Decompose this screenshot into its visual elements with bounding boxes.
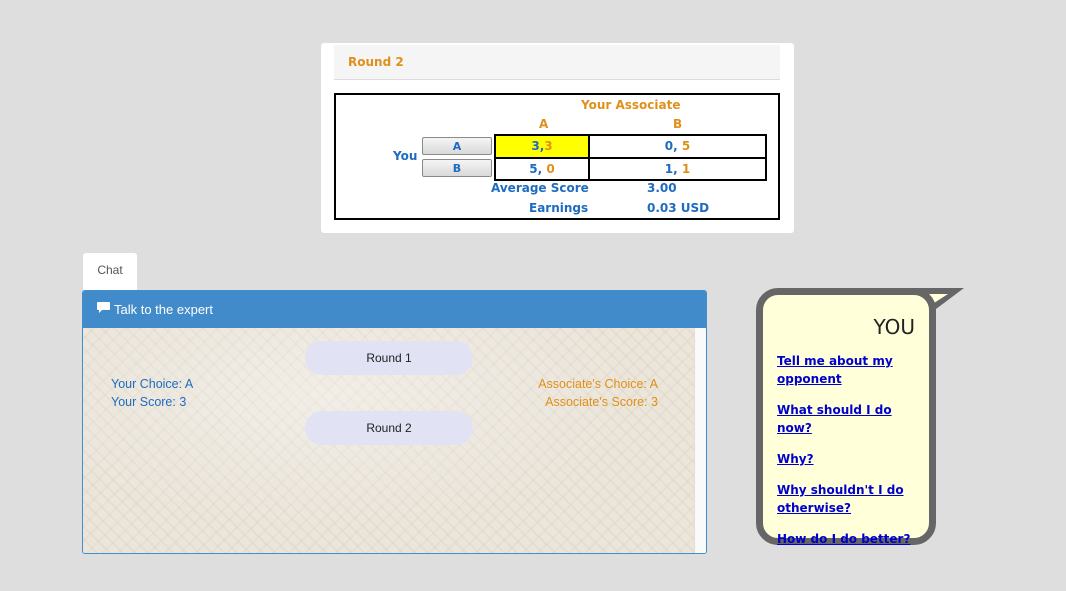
cell-b-a-associate: 0 bbox=[546, 162, 555, 176]
you-label: You bbox=[393, 149, 418, 163]
chat-scrollbar[interactable] bbox=[694, 328, 706, 553]
question-better-link[interactable]: How do I do better? bbox=[777, 530, 923, 548]
row-b-button[interactable]: B bbox=[422, 159, 492, 177]
associate-round-info: Associate's Choice: A Associate's Score:… bbox=[538, 375, 658, 411]
chat-header: Talk to the expert bbox=[83, 291, 706, 328]
cell-b-b: 1, 1 bbox=[664, 162, 691, 176]
question-what-now-link[interactable]: What should I do now? bbox=[777, 401, 923, 437]
average-score-value: 3.00 bbox=[647, 181, 677, 195]
chat-header-title: Talk to the expert bbox=[114, 302, 213, 317]
row-a-button[interactable]: A bbox=[422, 137, 492, 155]
column-a-label: A bbox=[539, 117, 549, 131]
cell-b-a-you: 5 bbox=[529, 162, 538, 176]
cell-a-a: 3,3 bbox=[496, 136, 590, 159]
your-choice-text: Your Choice: A bbox=[111, 377, 194, 391]
cell-a-b-associate: 5 bbox=[681, 139, 691, 153]
payoff-grid: 3,3 0, 5 5, 0 1, 1 bbox=[494, 134, 767, 181]
game-card: Round 2 Your Associate A B You A B 3,3 0… bbox=[321, 43, 794, 233]
average-score-label: Average Score bbox=[491, 181, 589, 195]
cell-a-b: 0, 5 bbox=[590, 136, 765, 159]
expert-bubble: YOU Tell me about my opponent What shoul… bbox=[756, 286, 966, 548]
round-2-pill: Round 2 bbox=[305, 411, 473, 445]
chat-messages: Round 1 Your Choice: A Your Score: 3 Ass… bbox=[83, 328, 695, 553]
comment-icon bbox=[97, 302, 110, 313]
question-opponent-link[interactable]: Tell me about my opponent bbox=[777, 352, 923, 388]
your-score-text: Your Score: 3 bbox=[111, 395, 187, 409]
earnings-value: 0.03 USD bbox=[647, 201, 710, 215]
cell-b-b-associate: 1 bbox=[681, 162, 691, 176]
round-header: Round 2 bbox=[334, 45, 780, 80]
cell-b-a: 5, 0 bbox=[496, 159, 590, 179]
question-otherwise-link[interactable]: Why shouldn't I do otherwise? bbox=[777, 481, 923, 517]
question-list: Tell me about my opponent What should I … bbox=[777, 352, 923, 561]
chat-panel: Talk to the expert Round 1 Your Choice: … bbox=[82, 290, 707, 554]
question-why-link[interactable]: Why? bbox=[777, 450, 923, 468]
cell-a-a-you: 3 bbox=[531, 139, 540, 153]
bubble-title: YOU bbox=[873, 315, 915, 339]
associate-choice-text: Associate's Choice: A bbox=[538, 377, 658, 391]
round-1-pill: Round 1 bbox=[305, 341, 473, 375]
cell-a-a-associate: 3 bbox=[544, 139, 553, 153]
your-round-info: Your Choice: A Your Score: 3 bbox=[111, 375, 193, 411]
bubble-body: YOU Tell me about my opponent What shoul… bbox=[756, 288, 936, 546]
payoff-matrix: Your Associate A B You A B 3,3 0, 5 5, 0… bbox=[334, 93, 780, 220]
associate-score-text: Associate's Score: 3 bbox=[545, 395, 658, 409]
cell-a-b-you: 0 bbox=[664, 139, 674, 153]
tab-chat[interactable]: Chat bbox=[83, 253, 137, 290]
round-title: Round 2 bbox=[348, 55, 404, 69]
associate-label: Your Associate bbox=[581, 98, 681, 112]
cell-b-b-you: 1 bbox=[664, 162, 674, 176]
earnings-label: Earnings bbox=[529, 201, 589, 215]
column-b-label: B bbox=[673, 117, 683, 131]
